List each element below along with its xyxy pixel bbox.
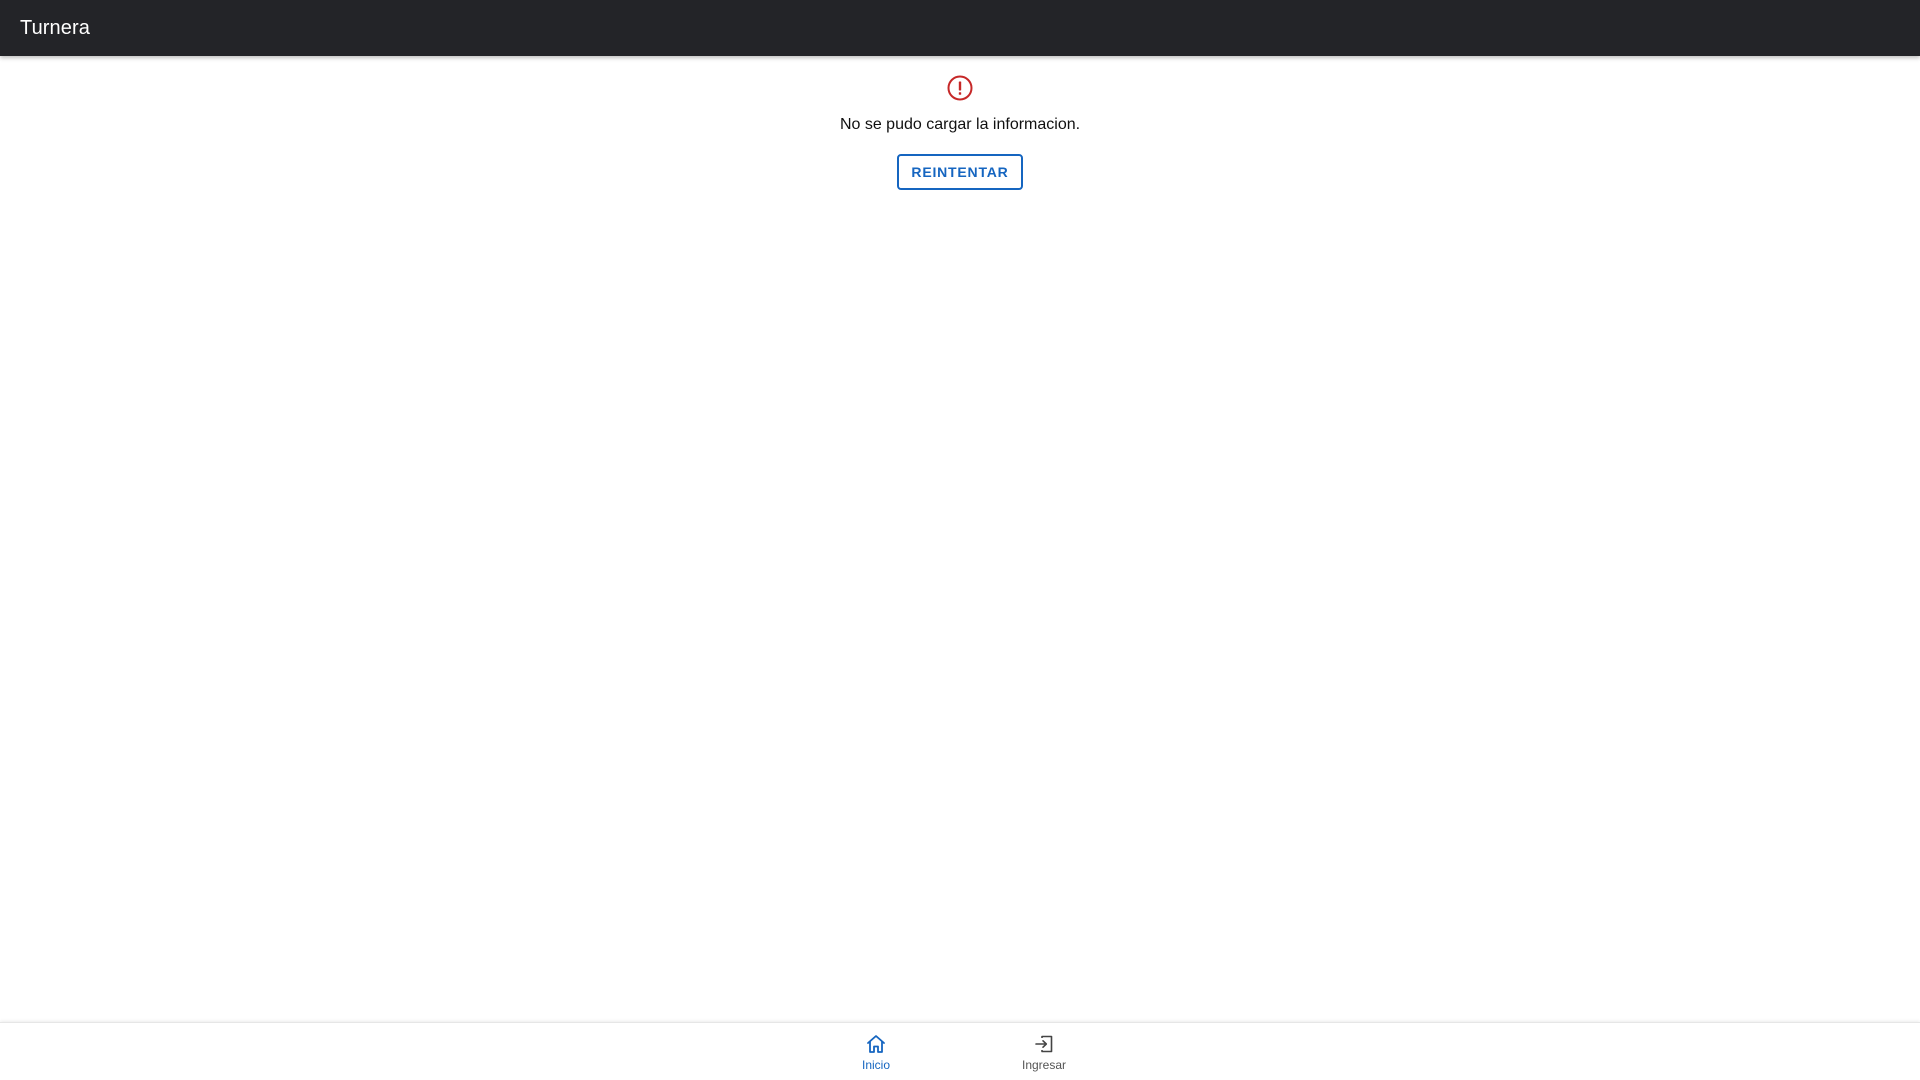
nav-item-ingresar[interactable]: Ingresar bbox=[960, 1023, 1128, 1080]
error-circle-icon bbox=[947, 75, 973, 101]
app-title: Turnera bbox=[20, 16, 90, 39]
top-app-bar: Turnera bbox=[0, 0, 1920, 56]
app-root: Turnera No se pudo cargar la informacion… bbox=[0, 0, 1920, 1080]
nav-item-inicio[interactable]: Inicio bbox=[792, 1023, 960, 1080]
home-icon bbox=[867, 1034, 885, 1053]
nav-label-ingresar: Ingresar bbox=[1021, 1057, 1067, 1072]
bottom-navigation: Inicio Ingresar bbox=[0, 1022, 1920, 1080]
retry-button[interactable]: REINTENTAR bbox=[897, 154, 1023, 190]
login-icon bbox=[1035, 1035, 1053, 1052]
error-message: No se pudo cargar la informacion. bbox=[839, 116, 1081, 133]
nav-label-inicio: Inicio bbox=[861, 1057, 890, 1072]
main-content: No se pudo cargar la informacion. REINTE… bbox=[0, 56, 1920, 1022]
